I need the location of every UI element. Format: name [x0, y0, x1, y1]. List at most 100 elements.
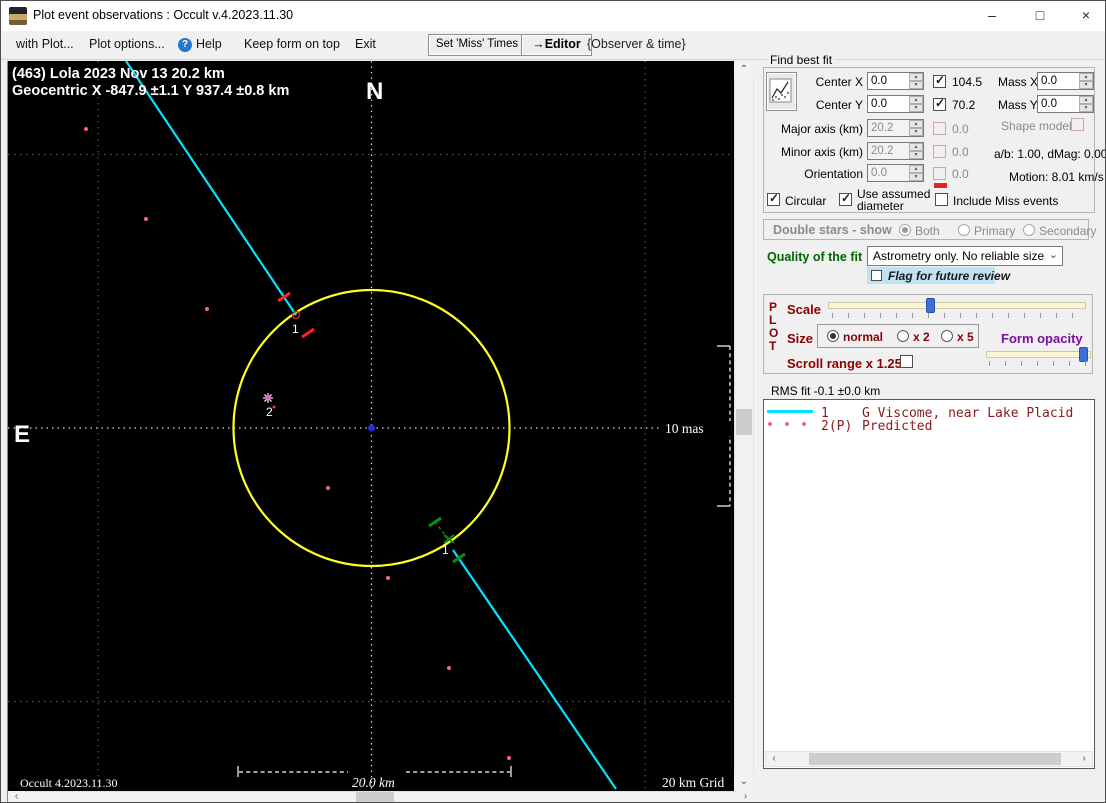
center-y-spinner[interactable]: 0.0 ▲ ▼ — [867, 95, 924, 113]
menu-plot-options[interactable]: Plot options... — [89, 37, 165, 51]
center-y-label: Center Y — [815, 98, 863, 112]
editor-button[interactable]: →Editor — [521, 34, 592, 56]
scroll-left-arrow[interactable]: ‹ — [8, 791, 25, 802]
chart-icon — [769, 78, 792, 103]
double-secondary-radio — [1023, 224, 1035, 236]
scale-slider-thumb[interactable] — [926, 298, 935, 313]
spinner-up-button[interactable]: ▲ — [909, 96, 923, 104]
plot-letter-p: P — [769, 300, 778, 314]
predicted-dot — [84, 127, 88, 131]
menu-help[interactable]: Help — [196, 37, 222, 51]
use-assumed-diameter-checkbox[interactable] — [839, 191, 852, 206]
predicted-dot — [144, 217, 148, 221]
minor-axis-label: Minor axis (km) — [780, 145, 863, 159]
size-normal-radio[interactable] — [827, 330, 839, 342]
size-x5-radio[interactable] — [941, 330, 953, 342]
plot-canvas[interactable]: 112 10 mas 20.0 km Occult 4.2023.11.30 2… — [8, 60, 734, 791]
quality-dropdown[interactable]: Astrometry only. No reliable size ⌄ — [867, 246, 1063, 266]
set-miss-times-button[interactable]: Set 'Miss' Times — [428, 34, 526, 56]
spinner-down-button[interactable]: ▼ — [909, 104, 923, 112]
observer-row-name[interactable]: Predicted — [862, 419, 932, 434]
fit-orientation-value: 0.0 — [952, 167, 969, 181]
size-x2-radio[interactable] — [897, 330, 909, 342]
scroll-right-arrow[interactable]: › — [737, 791, 754, 802]
minimize-button[interactable]: – — [969, 1, 1015, 30]
major-axis-spinner[interactable]: 20.2 ▲ ▼ — [867, 119, 924, 137]
predicted-dot — [507, 756, 511, 760]
list-hscroll-thumb[interactable] — [809, 753, 1061, 765]
size-label: Size — [787, 331, 814, 346]
plot-title-line2: Geocentric X -847.9 ±1.1 Y 937.4 ±0.8 km — [12, 83, 289, 99]
chord-line — [452, 549, 617, 790]
chord-sample-line — [767, 410, 813, 413]
use-assumed-label-2: diameter — [857, 199, 904, 213]
fit-major-checkbox — [933, 122, 946, 135]
spinner-down-button[interactable]: ▼ — [909, 81, 923, 89]
shape-model-checkbox — [1071, 118, 1084, 131]
scroll-left-arrow[interactable]: ‹ — [766, 752, 782, 766]
scroll-down-arrow[interactable]: ⌄ — [734, 774, 754, 791]
fit-center-y-value: 70.2 — [952, 98, 976, 112]
scale-slider-track[interactable] — [828, 302, 1086, 309]
spinner-down-button[interactable]: ▼ — [1079, 104, 1093, 112]
opacity-slider-ticks — [989, 361, 1089, 366]
observer-time-label: {Observer & time} — [587, 37, 686, 51]
scroll-right-arrow[interactable]: › — [1076, 752, 1092, 766]
spinner-up-button: ▲ — [909, 165, 923, 173]
plot-letter-t: T — [769, 339, 777, 353]
motion-label: Motion: 8.01 km/s — [1009, 170, 1104, 184]
grid-size-label: 20 km Grid — [662, 775, 724, 790]
mass-x-spinner[interactable]: 0.0 ▲ ▼ — [1037, 72, 1094, 90]
quality-label: Quality of the fit — [767, 250, 863, 264]
menu-keep-on-top[interactable]: Keep form on top — [244, 37, 340, 51]
fit-center-y-checkbox[interactable] — [933, 96, 946, 111]
form-opacity-label: Form opacity — [1001, 331, 1083, 346]
scroll-range-checkbox[interactable] — [900, 355, 913, 368]
scroll-up-arrow[interactable]: ⌃ — [734, 61, 754, 78]
app-icon — [9, 7, 27, 25]
flag-review-label: Flag for future review — [888, 269, 1011, 283]
spinner-up-button[interactable]: ▲ — [909, 73, 923, 81]
spinner-up-button[interactable]: ▲ — [1079, 73, 1093, 81]
chevron-down-icon: ⌄ — [1048, 249, 1058, 261]
predicted-dot — [386, 576, 390, 580]
mass-y-spinner[interactable]: 0.0 ▲ ▼ — [1037, 95, 1094, 113]
include-miss-events-checkbox[interactable] — [935, 193, 948, 206]
orientation-spinner[interactable]: 0.0 ▲ ▼ — [867, 164, 924, 182]
plot-letter-o: O — [769, 326, 779, 340]
observer-row-num[interactable]: 2(P) — [821, 419, 852, 434]
plot-vscroll-thumb[interactable] — [736, 409, 752, 435]
predicted-dot — [326, 486, 330, 490]
center-x-spinner[interactable]: 0.0 ▲ ▼ — [867, 72, 924, 90]
fit-orientation-checkbox — [933, 167, 946, 180]
circular-checkbox[interactable] — [767, 191, 780, 206]
spinner-up-button[interactable]: ▲ — [1079, 96, 1093, 104]
fit-center-x-checkbox[interactable] — [933, 73, 946, 88]
fit-minor-checkbox — [933, 145, 946, 158]
spinner-down-button[interactable]: ▼ — [1079, 81, 1093, 89]
close-button[interactable]: × — [1063, 1, 1105, 30]
double-both-label: Both — [915, 224, 940, 238]
find-best-fit-button[interactable] — [766, 72, 797, 111]
scale-slider-ticks — [832, 313, 1082, 318]
predicted-dot — [447, 666, 451, 670]
spinner-down-button: ▼ — [909, 173, 923, 181]
size-normal-label: normal — [843, 330, 884, 344]
menu-with-plot[interactable]: with Plot... — [16, 37, 74, 51]
shape-model-label: Shape model — [1001, 119, 1072, 133]
size-x2-label: x 2 — [913, 330, 930, 344]
plot-title-line1: (463) Lola 2023 Nov 13 20.2 km — [12, 66, 225, 82]
flag-review-checkbox[interactable] — [871, 270, 882, 281]
minor-axis-spinner[interactable]: 20.2 ▲ ▼ — [867, 142, 924, 160]
maximize-button[interactable]: □ — [1017, 1, 1063, 30]
opacity-slider-thumb[interactable] — [1079, 347, 1088, 362]
observer-list[interactable] — [763, 399, 1095, 769]
menu-exit[interactable]: Exit — [355, 37, 376, 51]
opacity-slider-track[interactable] — [986, 351, 1091, 358]
predicted-sample-dot — [802, 422, 806, 426]
chord-line — [452, 552, 466, 564]
version-label: Occult 4.2023.11.30 — [20, 776, 118, 790]
mass-x-label: Mass X — [998, 75, 1039, 89]
plot-hscroll-thumb[interactable] — [356, 792, 394, 802]
orientation-label: Orientation — [804, 167, 863, 181]
